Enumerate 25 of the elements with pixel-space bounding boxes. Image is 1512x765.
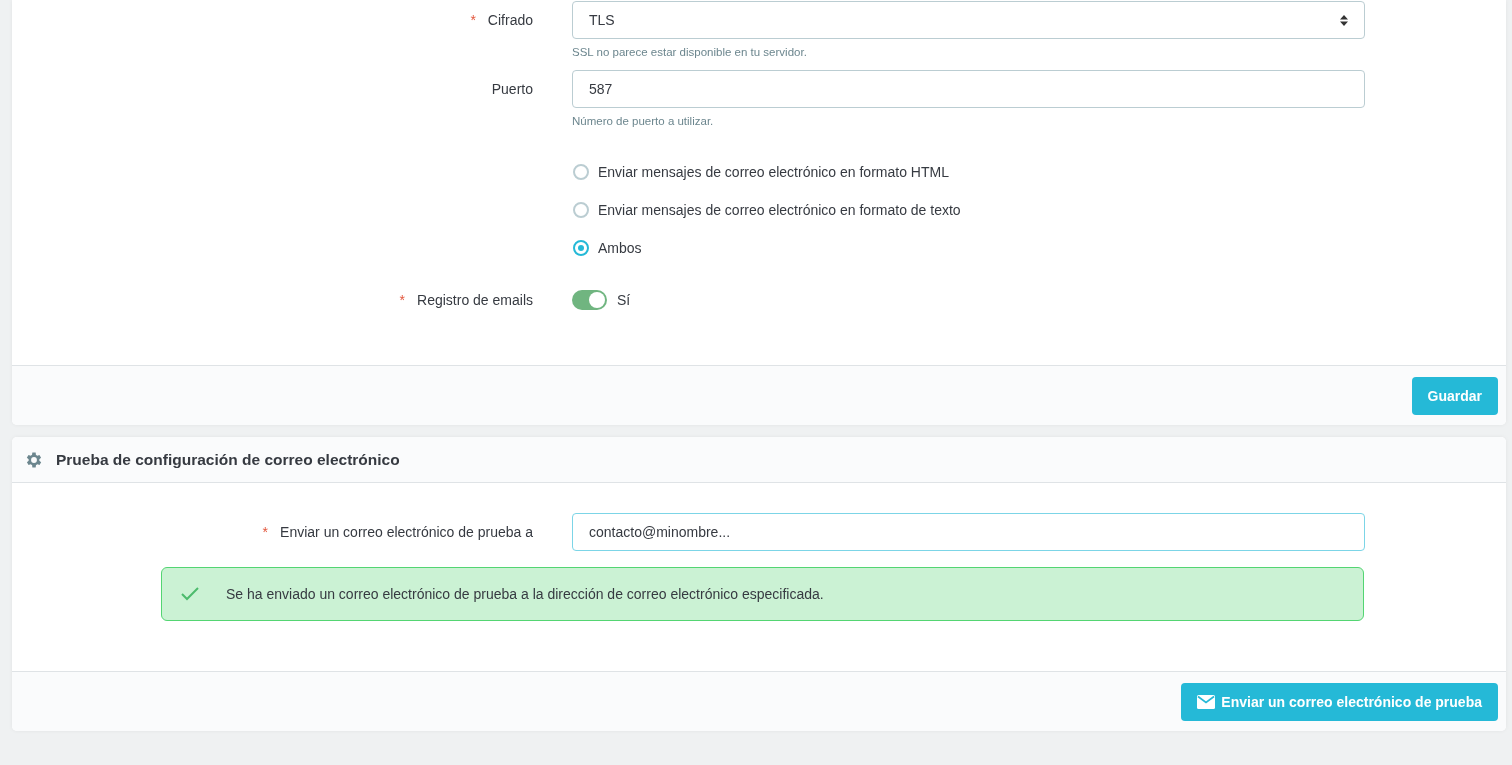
field-label: Cifrado	[487, 12, 533, 28]
required-asterisk: *	[470, 12, 476, 28]
radio-label: Enviar mensajes de correo electrónico en formato de texto	[598, 202, 961, 218]
card-title: Prueba de configuración de correo electrónico	[56, 450, 400, 469]
help-text: SSL no parece estar disponible en tu servidor.	[572, 46, 808, 60]
field-label: Registro de emails	[417, 292, 533, 308]
radio-label: Ambos	[598, 240, 642, 256]
radio-button[interactable]	[573, 240, 589, 256]
check-icon	[180, 586, 200, 602]
switch-label: Sí	[617, 292, 631, 308]
toggle-switch[interactable]	[572, 290, 607, 310]
alert-message: Se ha enviado un correo electrónico de prueba a la dirección de correo electrónico especificada.	[226, 586, 824, 602]
field-label: Puerto	[491, 81, 533, 97]
select-field[interactable]: TLS	[572, 1, 1365, 39]
envelope-icon	[1197, 694, 1216, 709]
radio-button[interactable]	[573, 164, 589, 180]
required-asterisk: *	[399, 292, 406, 308]
help-text: Número de puerto a utilizar.	[572, 115, 715, 129]
radio-button[interactable]	[573, 202, 589, 218]
input-field[interactable]: 587	[572, 70, 1365, 108]
required-asterisk: *	[262, 524, 269, 540]
sort-arrows-icon	[1340, 14, 1348, 26]
radio-label: Enviar mensajes de correo electrónico en formato HTML	[598, 164, 949, 180]
field-label: Enviar un correo electrónico de prueba a	[280, 524, 533, 540]
email-input-field[interactable]: contacto@minombre...	[572, 513, 1365, 551]
